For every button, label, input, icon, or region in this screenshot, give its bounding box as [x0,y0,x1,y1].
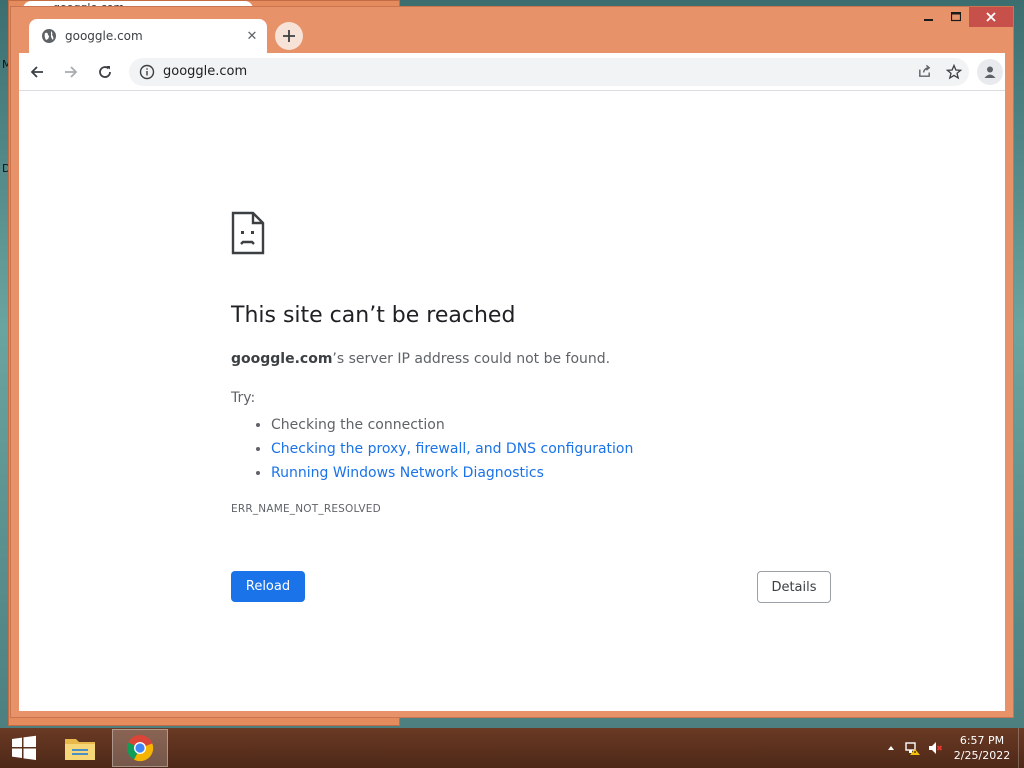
window-controls [915,7,1013,27]
close-window-button[interactable] [969,7,1013,27]
toolbar: googgle.com [19,53,1005,91]
suggestion-text: Checking the connection [271,417,445,433]
tab-active[interactable]: googgle.com ✕ [29,19,267,53]
page-content: This site can’t be reached googgle.com’s… [19,91,1005,711]
chrome-icon [126,735,154,762]
taskbar-chrome[interactable] [112,729,168,767]
suggestion-item[interactable]: Running Windows Network Diagnostics [271,461,633,485]
sad-document-icon [231,211,265,255]
error-description: googgle.com’s server IP address could no… [231,351,610,367]
suggestion-item: Checking the connection [271,413,633,437]
taskbar: 6:57 PM 2/25/2022 [0,728,1024,768]
show-desktop-button[interactable] [1018,728,1024,768]
show-hidden-icons-button[interactable] [880,728,902,768]
share-button[interactable] [909,58,939,86]
minimize-button[interactable] [915,7,942,27]
folder-icon [65,739,95,760]
suggestion-link-diagnostics[interactable]: Running Windows Network Diagnostics [271,465,544,481]
start-button[interactable] [0,728,48,768]
error-code: ERR_NAME_NOT_RESOLVED [231,503,381,515]
network-status-button[interactable] [902,728,924,768]
close-icon [986,12,996,22]
title-bar[interactable]: googgle.com ✕ [11,7,1013,53]
speaker-muted-icon [929,742,943,754]
profile-button[interactable] [977,58,1003,85]
suggestion-item[interactable]: Checking the proxy, firewall, and DNS co… [271,437,633,461]
arrow-left-icon [30,65,43,78]
reload-toolbar-button[interactable] [89,56,121,88]
new-tab-button[interactable] [275,22,303,50]
maximize-button[interactable] [942,7,969,27]
maximize-icon [950,12,961,22]
url-text: googgle.com [163,64,248,79]
close-icon[interactable]: ✕ [241,25,263,47]
info-icon[interactable] [139,64,155,80]
globe-icon [42,29,56,43]
clock-time: 6:57 PM [959,734,1005,747]
suggestion-list: Checking the connection Checking the pro… [271,413,633,485]
reload-icon [99,65,111,78]
try-label: Try: [231,390,256,406]
star-icon [946,63,962,79]
clock[interactable]: 6:57 PM 2/25/2022 [946,733,1018,763]
minimize-icon [923,19,933,21]
back-button[interactable] [21,56,53,88]
arrow-right-icon [65,65,78,78]
system-tray: 6:57 PM 2/25/2022 [880,728,1024,768]
error-host: googgle.com [231,351,333,367]
address-bar[interactable]: googgle.com [129,57,969,86]
windows-logo-icon [12,735,36,760]
error-message: ’s server IP address could not be found. [332,351,611,367]
tab-title: googgle.com [65,29,143,43]
plus-icon [283,30,295,42]
person-icon [984,66,996,78]
taskbar-file-explorer[interactable] [52,729,108,767]
page-title: This site can’t be reached [231,303,516,328]
forward-button[interactable] [55,56,87,88]
chevron-up-icon [888,746,894,750]
bookmark-button[interactable] [939,58,969,86]
share-icon [918,64,930,77]
details-button[interactable]: Details [757,571,831,603]
browser-window: googgle.com ✕ googgle.com This site can’… [10,6,1014,718]
clock-date: 2/25/2022 [953,749,1011,762]
network-warning-icon [905,742,920,755]
volume-button[interactable] [924,728,946,768]
reload-button[interactable]: Reload [231,571,305,602]
suggestion-link-proxy[interactable]: Checking the proxy, firewall, and DNS co… [271,441,633,457]
